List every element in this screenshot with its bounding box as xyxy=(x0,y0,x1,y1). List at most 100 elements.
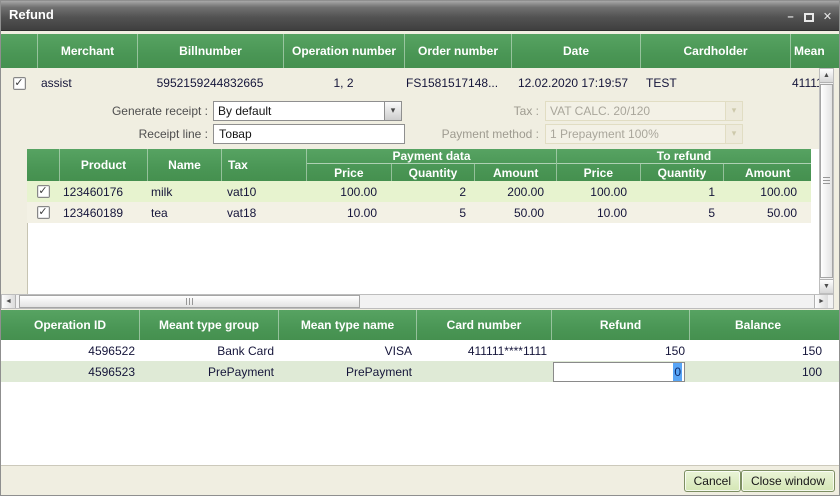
product-row[interactable]: ✓ 123460176 milk vat10 100.00 2 200.00 1… xyxy=(27,181,811,202)
header-operation-number[interactable]: Operation number xyxy=(283,34,404,68)
product-tax: vat18 xyxy=(221,202,306,223)
refund-input-value: 0 xyxy=(673,363,682,381)
header-card-number[interactable]: Card number xyxy=(416,310,551,340)
ref-quantity: 5 xyxy=(639,202,723,223)
refund-amount: 150 xyxy=(551,340,689,361)
cardholder-value: TEST xyxy=(640,68,790,98)
product-checkbox[interactable]: ✓ xyxy=(37,206,50,219)
header-balance[interactable]: Balance xyxy=(689,310,826,340)
header-refund[interactable]: Refund xyxy=(551,310,689,340)
product-name: milk xyxy=(147,181,221,202)
ref-price: 100.00 xyxy=(556,181,639,202)
means-table-rows: 4596522 Bank Card VISA 411111****1111 15… xyxy=(1,340,840,382)
minimize-icon[interactable]: – xyxy=(784,12,797,23)
header-payment-data: Payment data xyxy=(307,149,556,164)
means-table-header: Operation ID Meant type group Mean type … xyxy=(1,310,840,340)
payment-method-select: 1 Prepayment 100% ▾ xyxy=(545,124,743,144)
header-pay-price[interactable]: Price xyxy=(307,164,391,181)
footer-bar: Cancel Close window xyxy=(1,466,840,496)
horizontal-scrollbar[interactable]: ◄ ► xyxy=(1,294,834,309)
window-controls: – ✕ xyxy=(784,12,834,23)
maximize-icon[interactable] xyxy=(804,13,814,22)
mean-row[interactable]: 4596522 Bank Card VISA 411111****1111 15… xyxy=(1,340,840,361)
header-order-number[interactable]: Order number xyxy=(404,34,511,68)
card-number xyxy=(416,361,551,382)
checkbox-cell: ✓ xyxy=(1,68,37,98)
ref-amount: 100.00 xyxy=(723,181,811,202)
header-cardholder[interactable]: Cardholder xyxy=(640,34,790,68)
header-product[interactable]: Product xyxy=(59,149,147,181)
checkbox-cell: ✓ xyxy=(27,202,59,223)
payment-method-value: 1 Prepayment 100% xyxy=(550,127,659,141)
mean-row[interactable]: 4596523 PrePayment PrePayment 0 100 xyxy=(1,361,840,382)
header-tax[interactable]: Tax xyxy=(221,149,306,181)
ref-amount: 50.00 xyxy=(723,202,811,223)
close-window-button[interactable]: Close window xyxy=(741,470,835,492)
header-ref-amount[interactable]: Amount xyxy=(723,164,811,181)
scrollbar-grip xyxy=(186,298,194,305)
operation-checkbox[interactable]: ✓ xyxy=(13,77,26,90)
close-icon[interactable]: ✕ xyxy=(821,12,834,23)
mean-type-name: VISA xyxy=(278,340,416,361)
header-group-to-refund: To refund Price Quantity Amount xyxy=(556,149,811,181)
header-mean[interactable]: Mean xyxy=(790,34,840,68)
header-name[interactable]: Name xyxy=(147,149,221,181)
header-product-checkbox-col xyxy=(27,149,59,181)
header-billnumber[interactable]: Billnumber xyxy=(137,34,283,68)
pay-price: 10.00 xyxy=(306,202,390,223)
header-ref-quantity[interactable]: Quantity xyxy=(640,164,724,181)
operations-table-header: Merchant Billnumber Operation number Ord… xyxy=(1,34,840,68)
scroll-left-icon[interactable]: ◄ xyxy=(2,295,16,308)
header-group-payment-data: Payment data Price Quantity Amount xyxy=(306,149,556,181)
generate-receipt-value: By default xyxy=(218,104,271,118)
header-to-refund: To refund xyxy=(557,149,811,164)
balance-amount: 150 xyxy=(689,340,826,361)
operation-number-value: 1, 2 xyxy=(283,68,404,98)
header-date[interactable]: Date xyxy=(511,34,640,68)
mean-type-group: Bank Card xyxy=(139,340,278,361)
product-id: 123460189 xyxy=(59,202,147,223)
window-titlebar[interactable]: Refund – ✕ xyxy=(1,1,840,31)
scroll-right-icon[interactable]: ► xyxy=(814,295,828,308)
operation-id: 4596522 xyxy=(1,340,139,361)
chevron-down-icon: ▾ xyxy=(725,102,742,120)
operation-id: 4596523 xyxy=(1,361,139,382)
refund-input[interactable]: 0 xyxy=(553,362,685,382)
operation-row[interactable]: ✓ assist 5952159244832665 1, 2 FS1581517… xyxy=(1,68,840,98)
cancel-button[interactable]: Cancel xyxy=(684,470,741,492)
header-pay-amount[interactable]: Amount xyxy=(474,164,556,181)
tax-label: Tax : xyxy=(371,101,539,121)
header-mean-type-group[interactable]: Meant type group xyxy=(139,310,278,340)
header-ref-price[interactable]: Price xyxy=(557,164,640,181)
refund-dialog: Refund – ✕ Merchant Billnumber Operation… xyxy=(0,0,840,496)
products-table-header: Product Name Tax Payment data Price Quan… xyxy=(27,149,811,181)
scroll-down-icon[interactable]: ▼ xyxy=(820,279,833,293)
ref-quantity: 1 xyxy=(639,181,723,202)
header-merchant[interactable]: Merchant xyxy=(37,34,137,68)
header-pay-quantity[interactable]: Quantity xyxy=(391,164,475,181)
vertical-scrollbar[interactable]: ▲ ▼ xyxy=(819,68,834,294)
product-row[interactable]: ✓ 123460189 tea vat18 10.00 5 50.00 10.0… xyxy=(27,202,811,223)
header-spacer-col xyxy=(829,310,840,340)
card-number: 411111****1111 xyxy=(416,340,551,361)
date-value: 12.02.2020 17:19:57 xyxy=(511,68,640,98)
product-id: 123460176 xyxy=(59,181,147,202)
mean-type-group: PrePayment xyxy=(139,361,278,382)
scroll-up-icon[interactable]: ▲ xyxy=(820,69,833,83)
products-table: Product Name Tax Payment data Price Quan… xyxy=(27,149,811,223)
tax-select: VAT CALC. 20/120 ▾ xyxy=(545,101,743,121)
chevron-down-icon: ▾ xyxy=(725,125,742,143)
product-name: tea xyxy=(147,202,221,223)
payment-method-label: Payment method : xyxy=(371,124,539,144)
pay-quantity: 2 xyxy=(390,181,474,202)
ref-price: 10.00 xyxy=(556,202,639,223)
scrollbar-grip xyxy=(823,177,830,185)
balance-amount: 100 xyxy=(689,361,826,382)
mean-type-name: PrePayment xyxy=(278,361,416,382)
horizontal-scrollbar-thumb[interactable] xyxy=(19,295,360,308)
product-checkbox[interactable]: ✓ xyxy=(37,185,50,198)
pay-amount: 50.00 xyxy=(474,202,556,223)
header-mean-type-name[interactable]: Mean type name xyxy=(278,310,416,340)
vertical-scrollbar-thumb[interactable] xyxy=(820,84,833,278)
header-operation-id[interactable]: Operation ID xyxy=(1,310,139,340)
